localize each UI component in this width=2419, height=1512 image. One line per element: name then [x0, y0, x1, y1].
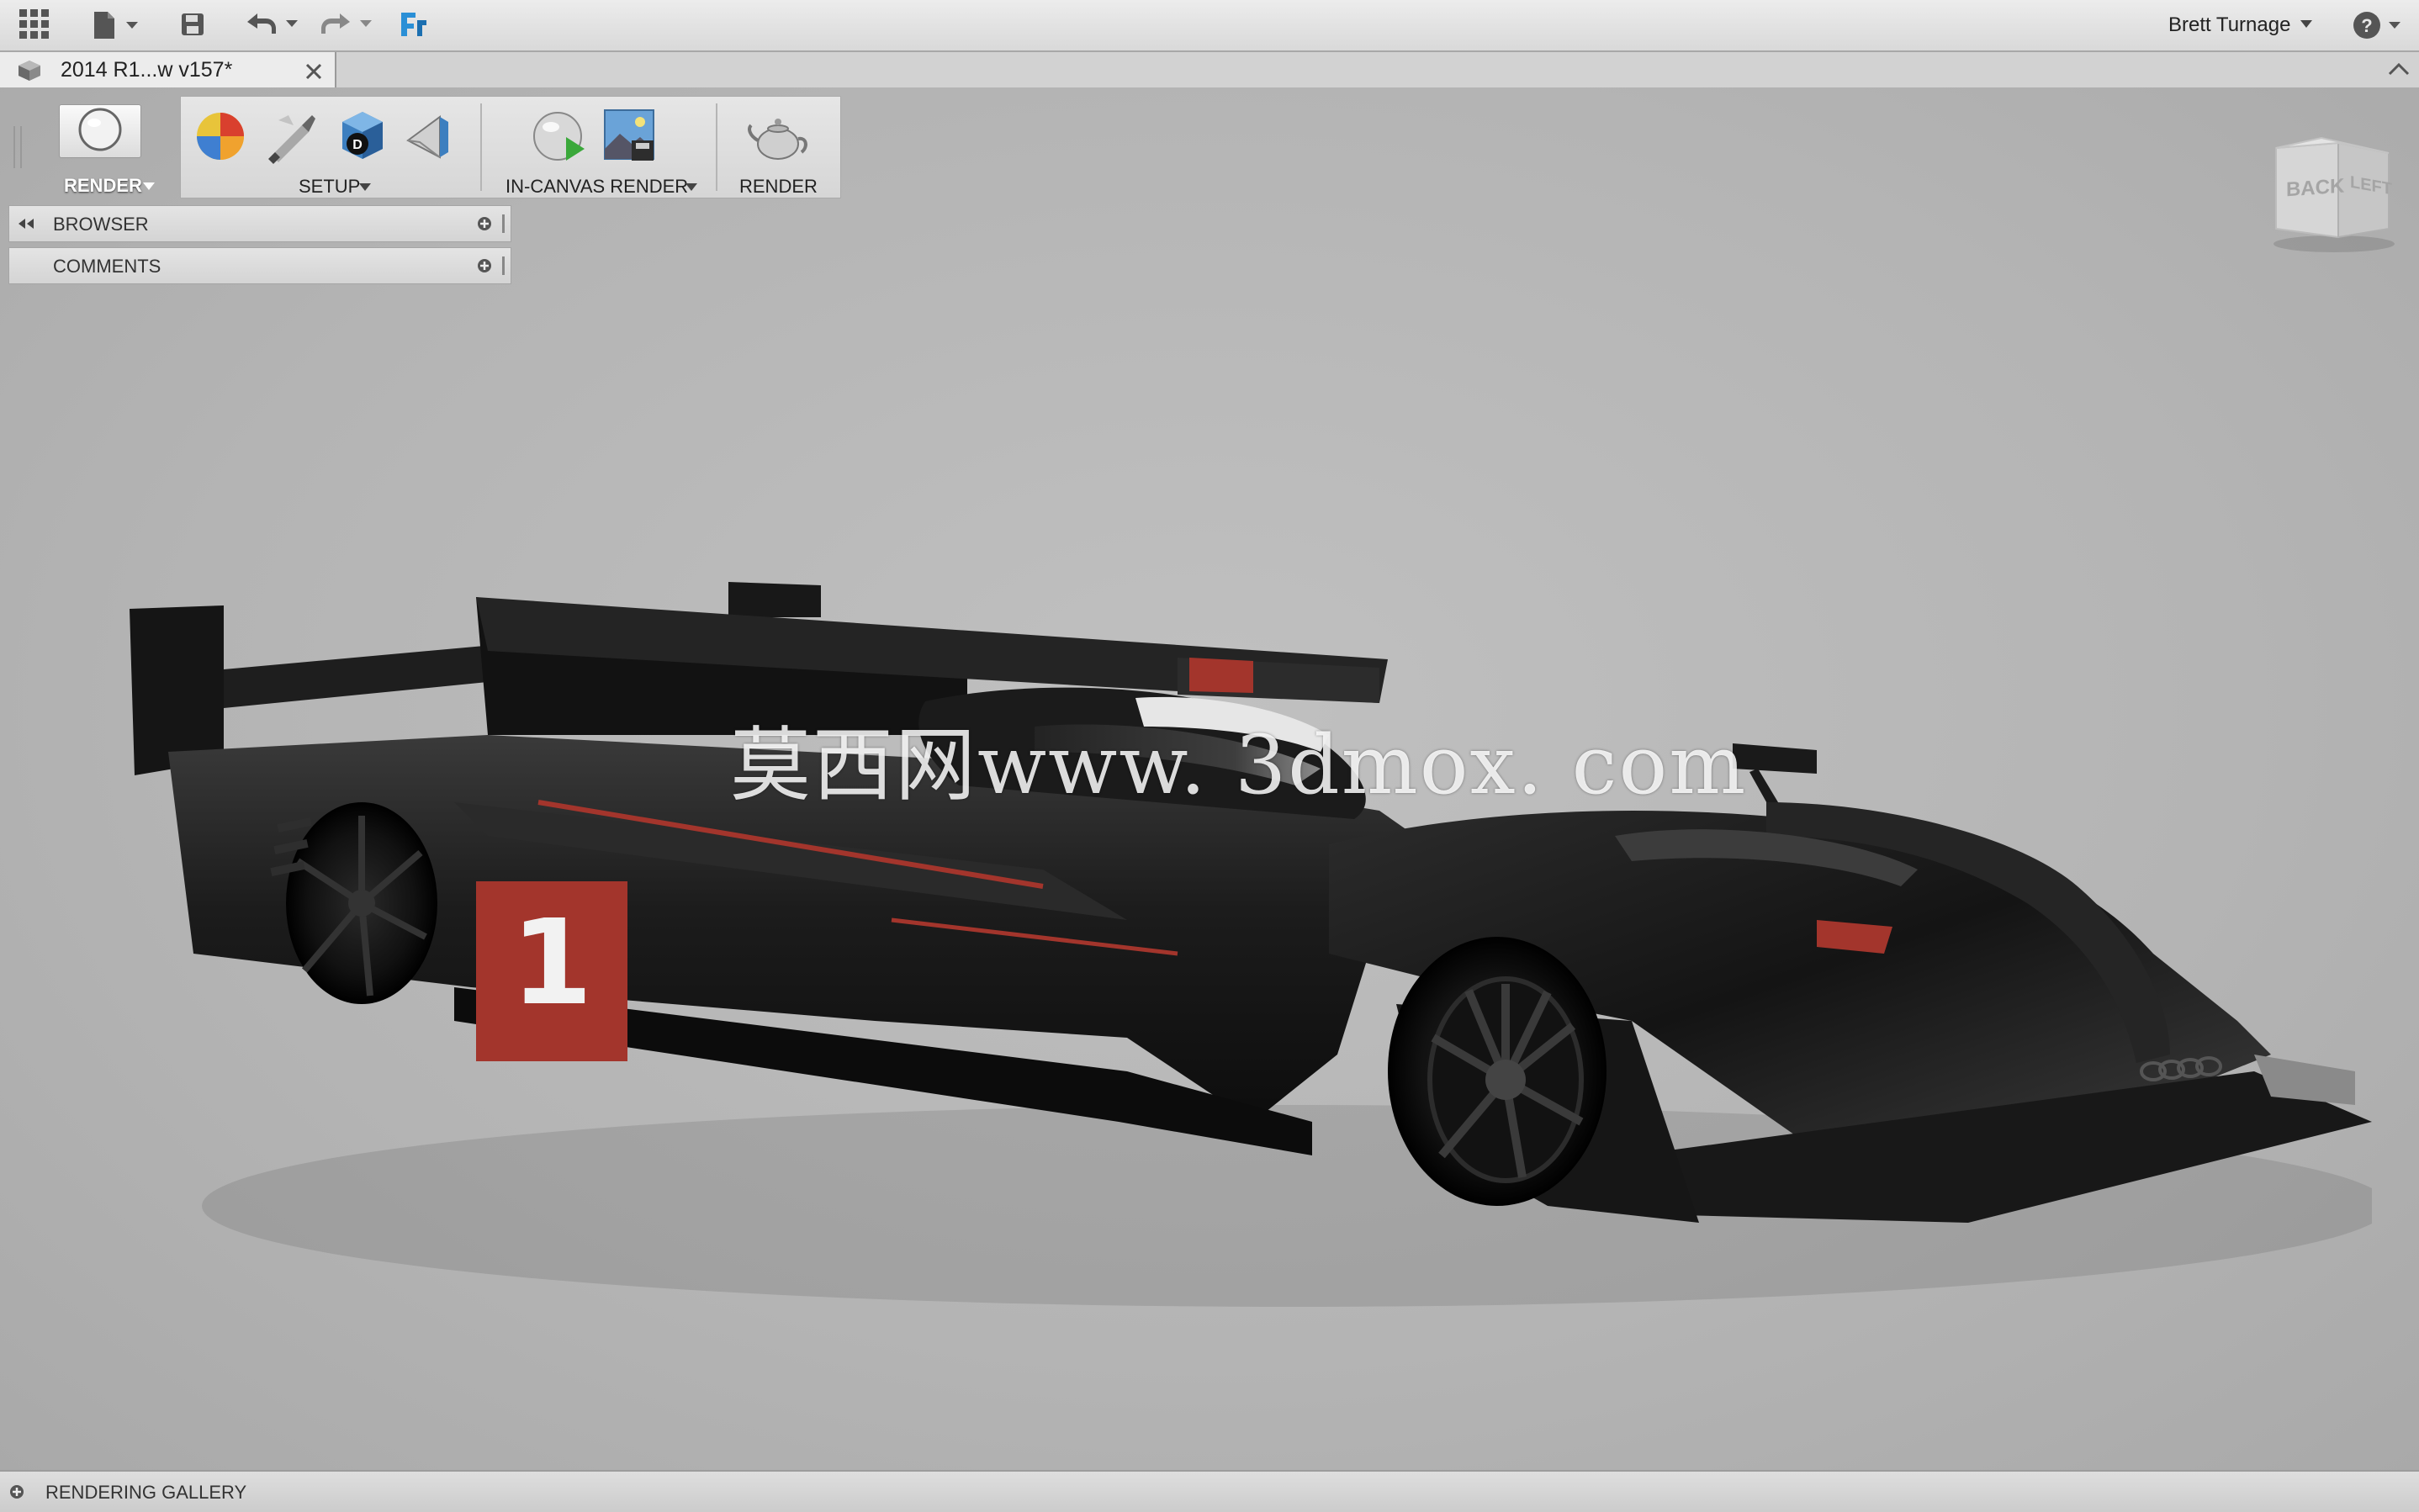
rendering-gallery-bar[interactable]: RENDERING GALLERY — [0, 1470, 2419, 1512]
teapot-render-icon[interactable] — [746, 110, 810, 164]
svg-text:?: ? — [2361, 15, 2372, 36]
comments-label: COMMENTS — [53, 256, 161, 277]
browser-panel[interactable]: BROWSER — [8, 205, 511, 242]
group-divider — [716, 103, 717, 191]
car-number: 1 — [511, 895, 593, 1032]
scene-settings-icon[interactable] — [193, 108, 248, 164]
chevron-down-icon[interactable] — [2300, 20, 2312, 28]
setup-group: D SETUP IN-CANVAS RENDER RENDER — [180, 96, 841, 198]
document-tab-title: 2014 R1...w v157* — [61, 58, 233, 82]
in-canvas-render-label[interactable]: IN-CANVAS RENDER — [506, 176, 688, 198]
toolbar-grip[interactable] — [13, 126, 22, 168]
group-divider — [480, 103, 482, 191]
expand-plus-icon[interactable] — [477, 216, 492, 231]
view-cube[interactable]: BACK LEFT — [2263, 130, 2406, 256]
collapse-left-icon[interactable] — [16, 217, 36, 230]
3d-canvas[interactable]: RENDER D SETUP IN-CANVAS RENDER RENDER B… — [0, 87, 2419, 1470]
grid-icon[interactable] — [19, 8, 50, 40]
design-cube-icon — [17, 59, 42, 82]
collapse-chevron-icon[interactable] — [2387, 59, 2411, 79]
svg-text:D: D — [352, 138, 363, 152]
workspace-label: RENDER — [64, 175, 142, 196]
fusion-logo-icon[interactable] — [399, 10, 429, 39]
panel-grip[interactable] — [502, 256, 505, 275]
top-bar: Brett Turnage ? — [0, 0, 2419, 52]
document-tab-bar: 2014 R1...w v157* — [0, 52, 2419, 89]
redo-icon[interactable] — [318, 10, 377, 39]
viewcube-back-face[interactable]: BACK — [2286, 175, 2344, 203]
file-icon[interactable] — [91, 10, 141, 40]
render-workspace-icon — [59, 104, 141, 158]
watermark-text: 莫西网www. 3dmox. com — [730, 718, 1748, 812]
render-label[interactable]: RENDER — [739, 176, 818, 198]
expand-plus-icon[interactable] — [477, 258, 492, 273]
chevron-down-icon — [143, 182, 155, 190]
expand-plus-icon[interactable] — [8, 1483, 25, 1500]
user-name[interactable]: Brett Turnage — [2168, 13, 2290, 37]
in-canvas-render-icon[interactable] — [532, 108, 591, 164]
help-icon[interactable]: ? — [2352, 8, 2411, 42]
decal-icon[interactable]: D — [332, 105, 391, 164]
chevron-down-icon[interactable] — [685, 183, 697, 191]
comments-panel[interactable]: COMMENTS — [8, 247, 511, 284]
appearance-icon[interactable] — [263, 108, 319, 164]
browser-label: BROWSER — [53, 214, 149, 235]
close-icon[interactable] — [304, 62, 323, 81]
workspace-switcher[interactable]: RENDER — [30, 96, 180, 197]
panel-grip[interactable] — [502, 214, 505, 233]
setup-label[interactable]: SETUP — [299, 176, 360, 198]
document-tab[interactable]: 2014 R1...w v157* — [0, 52, 336, 87]
texture-map-icon[interactable] — [401, 108, 457, 164]
render-toolbar: RENDER D SETUP IN-CANVAS RENDER RENDER — [7, 96, 841, 198]
chevron-down-icon[interactable] — [359, 183, 371, 191]
race-car-model[interactable]: 1 — [118, 483, 2389, 1391]
undo-icon[interactable] — [244, 10, 303, 39]
rendering-gallery-label: RENDERING GALLERY — [45, 1482, 247, 1503]
save-icon[interactable] — [180, 12, 205, 37]
capture-image-icon[interactable] — [601, 107, 657, 164]
